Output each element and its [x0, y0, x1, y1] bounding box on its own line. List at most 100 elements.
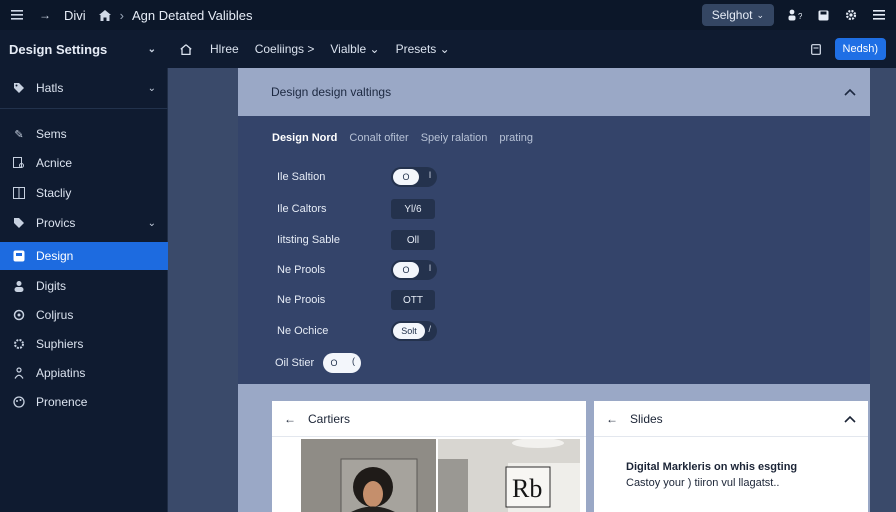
chevron-down-icon: ⌄ [147, 43, 156, 55]
panel-title: Design design valtings [271, 85, 392, 99]
slides-heading: Digital Markleris on whis esgting [626, 461, 798, 473]
tab-prating[interactable]: prating [499, 132, 533, 144]
setting-toggle[interactable]: O l [391, 167, 437, 187]
panel-tabs: Design Nord Conalt ofiter Speiy ralation… [272, 132, 533, 144]
tab-speiy-ralation[interactable]: Speiy ralation [421, 132, 488, 144]
chevron-down-icon: ⌄ [147, 217, 156, 229]
sidebar-title[interactable]: Design Settings ⌄ [0, 42, 168, 57]
card-title: Cartiers [308, 411, 351, 426]
sidebar-item-sems[interactable]: ✎ Sems [0, 120, 168, 148]
tab-design-nord[interactable]: Design Nord [272, 132, 337, 144]
sidebar-item-label: Appiatins [36, 366, 86, 380]
breadcrumb-current[interactable]: Agn Detated Valibles [132, 8, 252, 23]
sidebar-item-label: Digits [36, 279, 67, 293]
sidebar-item-design[interactable]: Design [0, 242, 168, 270]
sidebar-item-label: Suphiers [36, 337, 84, 351]
chevron-up-icon[interactable] [844, 412, 856, 426]
person-icon [12, 366, 26, 380]
sidebar-divider [0, 108, 168, 109]
nav-links: Hlree Coeliings > Vialble ⌄ Presets ⌄ [168, 42, 450, 56]
slides-subtext: Castoy your ) tiiron vul llagatst.. [626, 477, 780, 489]
sidebar-item-coljrus[interactable]: Coljrus [0, 301, 168, 329]
user-icon [12, 279, 26, 293]
back-arrow-icon[interactable]: ← [606, 412, 618, 426]
setting-row: Ne Proois OTT [277, 289, 435, 311]
sidebar-item-label: Sems [36, 127, 67, 141]
sidebar-item-provics[interactable]: Provics ⌄ [0, 209, 168, 237]
chevron-up-icon[interactable] [844, 85, 856, 99]
nav-link-home[interactable]: Hlree [210, 42, 239, 56]
card-header: ← Cartiers [272, 401, 586, 437]
room-thumbnail[interactable]: Rb [438, 439, 580, 512]
thumbnail-sign-text: Rb [512, 474, 542, 503]
setting-value-field[interactable]: OTT [391, 290, 435, 310]
palette-icon [12, 395, 26, 409]
tag-icon [12, 216, 26, 230]
nav-link-presets[interactable]: Presets ⌄ [396, 42, 450, 56]
search-list-icon [12, 156, 26, 170]
app-name[interactable]: Divi [64, 8, 86, 23]
save-icon[interactable] [816, 8, 830, 22]
chevron-down-icon: ⌄ [756, 9, 764, 20]
top-bar: → Divi › Agn Detated Valibles Selghot ⌄ … [0, 0, 896, 30]
setting-label: Iitsting Sable [277, 234, 340, 246]
setting-toggle[interactable]: O l [391, 260, 437, 280]
sidebar-item-acnice[interactable]: Acnice [0, 149, 168, 177]
hamburger-menu-icon[interactable] [872, 8, 886, 22]
nav-link-variable[interactable]: Vialble ⌄ [330, 42, 379, 56]
setting-row: Ile Saltion O l [277, 166, 437, 188]
settings-panel-body: Design Nord Conalt ofiter Speiy ralation… [238, 116, 870, 384]
nav-link-collections[interactable]: Coeliings > [255, 42, 315, 56]
sidebar-item-pronence[interactable]: Pronence [0, 388, 168, 416]
slides-description: Digital Markleris on whis esgting Castoy… [626, 459, 797, 491]
home-icon[interactable] [180, 42, 194, 56]
card-header: ← Slides [594, 401, 868, 437]
sidebar-item-label: Acnice [36, 156, 73, 170]
sidebar: Hatls ⌄ ✎ Sems Acnice Stacliy Provics ⌄ … [0, 68, 168, 512]
toggle-knob: O [327, 355, 341, 371]
home-icon[interactable] [98, 8, 112, 22]
toggle-knob: O [393, 169, 419, 185]
toggle-end-label: l [429, 170, 431, 180]
sidebar-item-label: Hatls [36, 81, 64, 95]
main-area: Design design valtings Design Nord Conal… [168, 68, 896, 512]
setting-toggle[interactable]: O ( [323, 353, 361, 373]
sidebar-item-suphiers[interactable]: Suphiers [0, 330, 168, 358]
sidebar-item-digits[interactable]: Digits [0, 272, 168, 300]
tab-conalt-ofiter[interactable]: Conalt ofiter [349, 132, 408, 144]
chevron-down-icon: ⌄ [147, 82, 156, 94]
setting-value-field[interactable]: Oll [391, 230, 435, 250]
select-dropdown-button[interactable]: Selghot ⌄ [701, 4, 774, 26]
back-arrow-icon[interactable]: ← [284, 412, 296, 426]
setting-row: Ile Caltors Yl/6 [277, 198, 435, 220]
portrait-thumbnail[interactable] [301, 439, 436, 512]
sidebar-item-hatls[interactable]: Hatls ⌄ [0, 74, 168, 102]
design-settings-title: Design Settings [9, 41, 108, 57]
svg-text:?: ? [798, 12, 802, 21]
user-help-icon[interactable]: ? [788, 8, 802, 22]
sidebar-item-appiatins[interactable]: Appiatins [0, 359, 168, 387]
setting-value-field[interactable]: Yl/6 [391, 199, 435, 219]
settings-icon [12, 337, 26, 351]
sidebar-item-label: Pronence [36, 395, 88, 409]
sidebar-item-label: Stacliy [36, 186, 72, 200]
publish-button[interactable]: Nedsh) [834, 38, 886, 60]
setting-label: Ne Proois [277, 294, 326, 306]
document-icon[interactable] [810, 43, 821, 55]
pen-icon: ✎ [14, 128, 24, 141]
slides-card: ← Slides Digital Markleris on whis esgti… [594, 401, 868, 512]
setting-toggle[interactable]: Solt / [391, 321, 437, 341]
setting-label: Ne Prools [277, 264, 326, 276]
menu-icon[interactable] [10, 8, 24, 22]
breadcrumb-separator: › [119, 7, 125, 23]
carriers-card: ← Cartiers Rb [272, 401, 586, 512]
card-title: Slides [630, 411, 663, 426]
setting-row: Iitsting Sable Oll [277, 229, 435, 251]
forward-arrow-icon[interactable]: → [38, 8, 52, 22]
setting-label: Oil Stier [275, 357, 315, 369]
settings-panel-header[interactable]: Design design valtings [238, 68, 870, 116]
book-icon [12, 186, 26, 200]
gear-icon[interactable] [844, 8, 858, 22]
setting-row: Ne Prools O l [277, 259, 437, 281]
sidebar-item-stacliy[interactable]: Stacliy [0, 179, 168, 207]
